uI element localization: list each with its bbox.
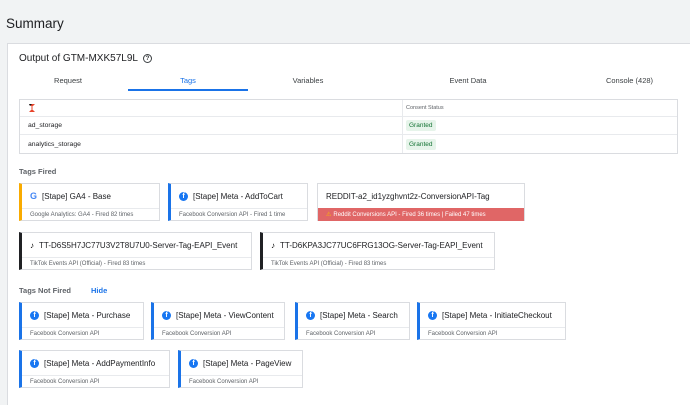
tag-card-name: [Stape] Meta - Purchase	[44, 310, 131, 320]
tag-card-subtitle: Facebook Conversion API	[154, 327, 284, 340]
stape-logo-icon	[29, 104, 35, 112]
status-badge: Granted	[406, 138, 436, 150]
output-title-text: Output of GTM-MXK57L9L	[19, 53, 138, 64]
tab-console[interactable]: Console (428)	[568, 71, 690, 91]
tag-card-name: TT-D6KPA3JC77UC6FRG13OG-Server-Tag-EAPI_…	[280, 240, 483, 250]
facebook-icon: f	[189, 358, 198, 368]
tag-card-subtitle: Facebook Conversion API	[298, 327, 409, 340]
tag-card[interactable]: f [Stape] Meta - AddToCart Facebook Conve…	[168, 183, 308, 221]
tag-card-subtitle: Facebook Conversion API	[22, 327, 143, 340]
tag-card[interactable]: ♪ TT-D6S5H7JC77U3V2T8U7U0-Server-Tag-EAPI…	[19, 232, 252, 270]
tag-card[interactable]: G [Stape] GA4 - Base Google Analytics: GA…	[19, 183, 160, 221]
tab-variables[interactable]: Variables	[248, 71, 368, 91]
tag-card-subtitle: Facebook Conversion API	[22, 375, 169, 388]
page-title: Summary	[6, 16, 64, 31]
warning-icon: ⚠	[326, 212, 332, 218]
tag-card[interactable]: f [Stape] Meta - ViewContent Facebook Con…	[151, 302, 285, 340]
tag-card[interactable]: REDDIT-a2_id1yzghvnt2z-ConversionAPI-Tag…	[317, 183, 525, 221]
tab-bar: Request Tags Variables Event Data Consol…	[8, 71, 690, 91]
facebook-icon: f	[30, 358, 39, 368]
consent-name: ad_storage	[20, 117, 403, 134]
tag-card[interactable]: f [Stape] Meta - PageView Facebook Conver…	[178, 350, 303, 388]
consent-status-header: Consent Status	[406, 105, 444, 111]
tag-card-name: [Stape] GA4 - Base	[42, 191, 111, 201]
hide-link[interactable]: Hide	[91, 286, 107, 295]
tag-card-name: REDDIT-a2_id1yzghvnt2z-ConversionAPI-Tag	[326, 191, 490, 201]
tag-card-subtitle: Facebook Conversion API	[181, 375, 302, 388]
consent-row: analytics_storage Granted	[20, 135, 677, 153]
tag-card[interactable]: f [Stape] Meta - Search Facebook Conversi…	[295, 302, 410, 340]
status-badge: Granted	[406, 120, 436, 131]
tag-card-subtitle: Google Analytics: GA4 - Fired 82 times	[22, 208, 159, 221]
tag-card[interactable]: f [Stape] Meta - AddPaymentInfo Facebook …	[19, 350, 170, 388]
tag-card-name: [Stape] Meta - Search	[320, 310, 398, 320]
tag-card[interactable]: f [Stape] Meta - Purchase Facebook Conver…	[19, 302, 144, 340]
tag-card-name: [Stape] Meta - InitiateCheckout	[442, 310, 552, 320]
tag-card-subtitle: Facebook Conversion API - Fired 1 time	[171, 208, 307, 221]
facebook-icon: f	[428, 310, 437, 320]
tag-card-name: TT-D6S5H7JC77U3V2T8U7U0-Server-Tag-EAPI_…	[39, 240, 238, 250]
tag-card-name: [Stape] Meta - AddPaymentInfo	[44, 358, 156, 368]
google-icon: G	[30, 191, 38, 201]
facebook-icon: f	[30, 310, 39, 320]
consent-table-header: Consent Status	[20, 100, 677, 117]
facebook-icon: f	[162, 310, 171, 320]
tag-card-name: [Stape] Meta - ViewContent	[176, 310, 274, 320]
help-icon[interactable]: ?	[142, 54, 152, 63]
tiktok-icon: ♪	[271, 240, 275, 250]
output-panel: Output of GTM-MXK57L9L ? Request Tags Va…	[7, 43, 690, 405]
tab-request[interactable]: Request	[8, 71, 128, 91]
facebook-icon: f	[179, 191, 188, 201]
tag-card-name: [Stape] Meta - AddToCart	[193, 191, 283, 201]
consent-name: analytics_storage	[20, 135, 403, 153]
tags-not-fired-label: Tags Not Fired	[19, 286, 71, 295]
tag-card-subtitle: Facebook Conversion API	[420, 327, 565, 340]
tab-tags[interactable]: Tags	[128, 71, 248, 91]
tiktok-icon: ♪	[30, 240, 34, 250]
tag-card-name: [Stape] Meta - PageView	[203, 358, 292, 368]
tags-fired-label: Tags Fired	[19, 167, 57, 176]
consent-table: Consent Status ad_storage Granted analyt…	[19, 99, 678, 154]
facebook-icon: f	[306, 310, 315, 320]
output-title: Output of GTM-MXK57L9L ?	[19, 53, 152, 64]
tag-card-subtitle: TikTok Events API (Official) - Fired 83 …	[22, 257, 251, 270]
tag-card-subtitle: Reddit Conversions API - Fired 36 times …	[333, 211, 486, 218]
tag-card-subtitle: TikTok Events API (Official) - Fired 83 …	[263, 257, 494, 270]
tag-card[interactable]: f [Stape] Meta - InitiateCheckout Faceboo…	[417, 302, 566, 340]
consent-row: ad_storage Granted	[20, 117, 677, 135]
tag-card[interactable]: ♪ TT-D6KPA3JC77UC6FRG13OG-Server-Tag-EAPI…	[260, 232, 495, 270]
tab-event-data[interactable]: Event Data	[368, 71, 568, 91]
